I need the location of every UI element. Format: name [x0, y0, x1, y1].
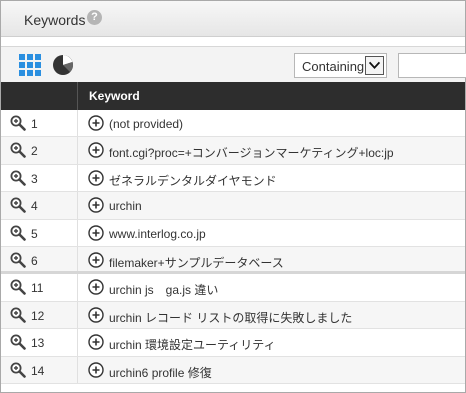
- row-index: 1: [31, 117, 38, 131]
- table-row[interactable]: 6 filemaker+サンプルデータベース: [1, 246, 465, 275]
- zoom-in-icon[interactable]: [10, 115, 26, 131]
- table-row[interactable]: 2 font.cgi?proc=+コンバージョンマーケティング+loc:jp: [1, 137, 465, 165]
- zoom-in-icon[interactable]: [10, 197, 26, 213]
- row-index: 4: [31, 199, 38, 214]
- zoom-in-icon[interactable]: [10, 279, 26, 296]
- table-row[interactable]: 11 urchin js ga.js 違い: [1, 274, 465, 302]
- column-divider: [77, 137, 78, 164]
- zoom-in-icon[interactable]: [10, 142, 26, 159]
- panel-header: Keywords ?: [1, 1, 465, 37]
- column-divider: [77, 274, 78, 301]
- table-row[interactable]: 5 www.interlog.co.jp: [1, 219, 465, 247]
- filter-mode-value: Containing: [302, 59, 365, 74]
- expand-plus-icon[interactable]: [88, 334, 104, 350]
- row-index: 12: [31, 308, 45, 323]
- zoom-in-icon[interactable]: [10, 307, 26, 323]
- pie-chart-icon[interactable]: [52, 54, 74, 76]
- row-index: 3: [31, 171, 38, 186]
- grid-view-icon[interactable]: [19, 54, 41, 76]
- help-icon[interactable]: ?: [87, 10, 102, 25]
- table-header: Keyword: [1, 82, 465, 110]
- zoom-in-icon[interactable]: [10, 225, 26, 241]
- toolbar: Containing: [1, 46, 466, 82]
- column-divider: [77, 82, 78, 110]
- keyword-link[interactable]: font.cgi?proc=+コンバージョンマーケティング+loc:jp: [109, 144, 394, 161]
- keyword-link[interactable]: urchin: [109, 199, 142, 213]
- table-row[interactable]: 3 ゼネラルデンタルダイヤモンド: [1, 164, 465, 193]
- filter-mode-select[interactable]: Containing: [294, 53, 387, 78]
- keyword-link[interactable]: (not provided): [109, 117, 183, 131]
- spacer: [1, 38, 465, 46]
- chevron-down-icon[interactable]: [365, 56, 384, 75]
- table-row[interactable]: 4 urchin: [1, 192, 465, 220]
- expand-plus-icon[interactable]: [88, 170, 104, 186]
- row-index: 14: [31, 363, 45, 378]
- zoom-in-icon[interactable]: [10, 170, 26, 186]
- column-header-keyword[interactable]: Keyword: [89, 89, 140, 103]
- column-divider: [77, 329, 78, 356]
- keyword-link[interactable]: www.interlog.co.jp: [109, 227, 206, 241]
- keyword-link[interactable]: urchin 環境設定ユーティリティ: [109, 336, 276, 353]
- expand-plus-icon[interactable]: [88, 279, 104, 296]
- row-index: 13: [31, 336, 45, 351]
- zoom-in-icon[interactable]: [10, 252, 26, 268]
- table-row[interactable]: 13 urchin 環境設定ユーティリティ: [1, 329, 465, 357]
- keyword-link[interactable]: urchin レコード リストの取得に失敗しました: [109, 309, 352, 326]
- column-divider: [77, 246, 78, 272]
- keyword-link[interactable]: filemaker+サンプルデータベース: [109, 254, 284, 271]
- keyword-link[interactable]: urchin6 profile 修復: [109, 364, 212, 381]
- row-index: 5: [31, 226, 38, 241]
- table-row[interactable]: 14 urchin6 profile 修復: [1, 356, 465, 384]
- expand-plus-icon[interactable]: [88, 252, 104, 268]
- row-index: 2: [31, 144, 38, 159]
- column-divider: [77, 219, 78, 246]
- table-row[interactable]: 1 (not provided): [1, 110, 465, 138]
- column-divider: [77, 356, 78, 383]
- column-divider: [77, 192, 78, 219]
- keyword-link[interactable]: ゼネラルデンタルダイヤモンド: [109, 172, 277, 189]
- expand-plus-icon[interactable]: [88, 224, 104, 241]
- page-title: Keywords: [24, 12, 86, 28]
- expand-plus-icon[interactable]: [88, 197, 104, 213]
- expand-plus-icon[interactable]: [88, 307, 104, 323]
- zoom-in-icon[interactable]: [10, 334, 26, 350]
- table-row[interactable]: 12 urchin レコード リストの取得に失敗しました: [1, 301, 465, 330]
- row-index: 6: [31, 253, 38, 268]
- column-divider: [77, 164, 78, 192]
- expand-plus-icon[interactable]: [88, 361, 104, 378]
- expand-plus-icon[interactable]: [88, 115, 104, 131]
- keyword-link[interactable]: urchin js ga.js 違い: [109, 281, 218, 298]
- search-input[interactable]: [398, 53, 466, 78]
- expand-plus-icon[interactable]: [88, 142, 104, 159]
- column-divider: [77, 110, 78, 137]
- row-index: 11: [31, 281, 44, 296]
- column-divider: [77, 301, 78, 329]
- zoom-in-icon[interactable]: [10, 362, 26, 378]
- table-body: 1 (not provided) 2 font.cgi?proc=+コンバージョンマー…: [1, 110, 465, 384]
